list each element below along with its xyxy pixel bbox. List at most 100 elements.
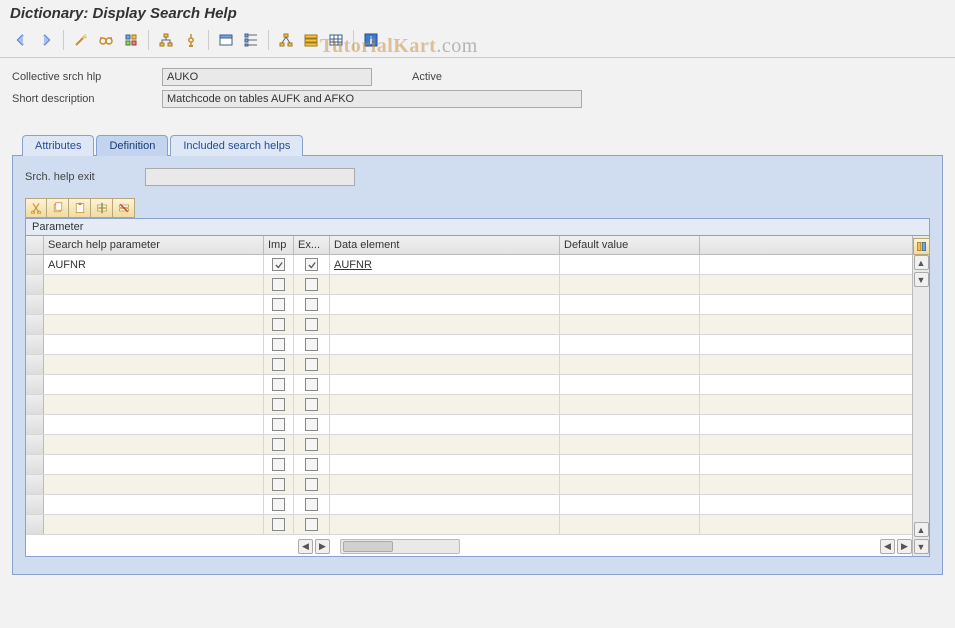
row-selector[interactable] bbox=[26, 295, 44, 314]
cell-param[interactable] bbox=[44, 495, 264, 514]
vscroll-down2[interactable]: ▼ bbox=[914, 539, 929, 554]
cell-de[interactable] bbox=[330, 295, 560, 314]
col-param-header[interactable]: Search help parameter bbox=[44, 236, 264, 254]
cell-de[interactable] bbox=[330, 435, 560, 454]
table-row-empty[interactable] bbox=[26, 495, 912, 515]
cell-def[interactable] bbox=[560, 395, 700, 414]
table-settings-button[interactable] bbox=[913, 238, 930, 255]
hscroll-right-prev[interactable]: ◀ bbox=[880, 539, 895, 554]
row-selector[interactable] bbox=[26, 375, 44, 394]
activate-button[interactable] bbox=[180, 29, 202, 51]
row-selector[interactable] bbox=[26, 355, 44, 374]
tab-definition[interactable]: Definition bbox=[96, 135, 168, 156]
cell-param[interactable] bbox=[44, 415, 264, 434]
display-table-button[interactable] bbox=[325, 29, 347, 51]
insert-button[interactable] bbox=[91, 198, 113, 218]
table-row-empty[interactable] bbox=[26, 275, 912, 295]
cell-de[interactable] bbox=[330, 375, 560, 394]
vscroll-up2[interactable]: ▲ bbox=[914, 522, 929, 537]
hscroll-left-next[interactable]: ▶ bbox=[315, 539, 330, 554]
row-selector[interactable] bbox=[26, 455, 44, 474]
table-row-empty[interactable] bbox=[26, 475, 912, 495]
cell-def[interactable] bbox=[560, 515, 700, 534]
row-selector[interactable] bbox=[26, 315, 44, 334]
row-selector[interactable] bbox=[26, 515, 44, 534]
row-selector[interactable] bbox=[26, 335, 44, 354]
display-change-button[interactable] bbox=[70, 29, 92, 51]
cell-de[interactable] bbox=[330, 515, 560, 534]
forward-button[interactable] bbox=[35, 29, 57, 51]
cell-param[interactable] bbox=[44, 395, 264, 414]
cell-de[interactable] bbox=[330, 355, 560, 374]
table-row-empty[interactable] bbox=[26, 415, 912, 435]
cell-param[interactable] bbox=[44, 275, 264, 294]
cell-param[interactable] bbox=[44, 315, 264, 334]
table-row-empty[interactable] bbox=[26, 375, 912, 395]
cell-def[interactable] bbox=[560, 455, 700, 474]
table-row-empty[interactable] bbox=[26, 355, 912, 375]
hscroll-thumb[interactable] bbox=[343, 541, 393, 552]
back-button[interactable] bbox=[10, 29, 32, 51]
hscroll-left-prev[interactable]: ◀ bbox=[298, 539, 313, 554]
display-list-button[interactable] bbox=[300, 29, 322, 51]
table-row-empty[interactable] bbox=[26, 335, 912, 355]
col-de-header[interactable]: Data element bbox=[330, 236, 560, 254]
cell-def[interactable] bbox=[560, 495, 700, 514]
table-row-empty[interactable] bbox=[26, 315, 912, 335]
cell-def[interactable] bbox=[560, 375, 700, 394]
check-button[interactable] bbox=[120, 29, 142, 51]
cell-param[interactable] bbox=[44, 515, 264, 534]
cell-param[interactable] bbox=[44, 475, 264, 494]
cell-param[interactable] bbox=[44, 455, 264, 474]
hscroll-track[interactable] bbox=[340, 539, 460, 554]
table-row-empty[interactable] bbox=[26, 435, 912, 455]
vscroll-down[interactable]: ▼ bbox=[914, 272, 929, 287]
tab-attributes[interactable]: Attributes bbox=[22, 135, 94, 156]
col-exp-header[interactable]: Ex... bbox=[294, 236, 330, 254]
cell-param[interactable] bbox=[44, 335, 264, 354]
cut-button[interactable] bbox=[25, 198, 47, 218]
cell-def[interactable] bbox=[560, 335, 700, 354]
tree-graphic-button[interactable] bbox=[275, 29, 297, 51]
cell-de[interactable]: AUFNR bbox=[330, 255, 560, 274]
cell-def[interactable] bbox=[560, 355, 700, 374]
table-row-empty[interactable] bbox=[26, 395, 912, 415]
cell-def[interactable] bbox=[560, 295, 700, 314]
vscroll-up[interactable]: ▲ bbox=[914, 255, 929, 270]
row-selector[interactable] bbox=[26, 255, 44, 274]
cell-de[interactable] bbox=[330, 275, 560, 294]
row-selector[interactable] bbox=[26, 395, 44, 414]
cell-de[interactable] bbox=[330, 315, 560, 334]
display-object-button[interactable] bbox=[215, 29, 237, 51]
cell-param[interactable] bbox=[44, 435, 264, 454]
col-def-header[interactable]: Default value bbox=[560, 236, 700, 254]
cell-de[interactable] bbox=[330, 455, 560, 474]
cell-def[interactable] bbox=[560, 435, 700, 454]
row-selector[interactable] bbox=[26, 475, 44, 494]
row-selector[interactable] bbox=[26, 435, 44, 454]
cell-de[interactable] bbox=[330, 335, 560, 354]
cell-def[interactable] bbox=[560, 475, 700, 494]
cell-de[interactable] bbox=[330, 395, 560, 414]
cell-param[interactable] bbox=[44, 375, 264, 394]
table-row-empty[interactable] bbox=[26, 515, 912, 535]
cell-de[interactable] bbox=[330, 495, 560, 514]
append-button[interactable] bbox=[240, 29, 262, 51]
paste-button[interactable] bbox=[69, 198, 91, 218]
cell-def[interactable] bbox=[560, 255, 700, 274]
row-selector[interactable] bbox=[26, 415, 44, 434]
cell-param[interactable] bbox=[44, 295, 264, 314]
copy-button[interactable] bbox=[47, 198, 69, 218]
cell-def[interactable] bbox=[560, 275, 700, 294]
tab-included[interactable]: Included search helps bbox=[170, 135, 303, 156]
cell-param[interactable] bbox=[44, 355, 264, 374]
other-object-button[interactable] bbox=[95, 29, 117, 51]
table-row-empty[interactable] bbox=[26, 455, 912, 475]
cell-def[interactable] bbox=[560, 415, 700, 434]
table-row[interactable]: AUFNRAUFNR bbox=[26, 255, 912, 275]
cell-de[interactable] bbox=[330, 415, 560, 434]
row-selector-header[interactable] bbox=[26, 236, 44, 254]
documentation-button[interactable]: i bbox=[360, 29, 382, 51]
col-imp-header[interactable]: Imp bbox=[264, 236, 294, 254]
where-used-button[interactable] bbox=[155, 29, 177, 51]
